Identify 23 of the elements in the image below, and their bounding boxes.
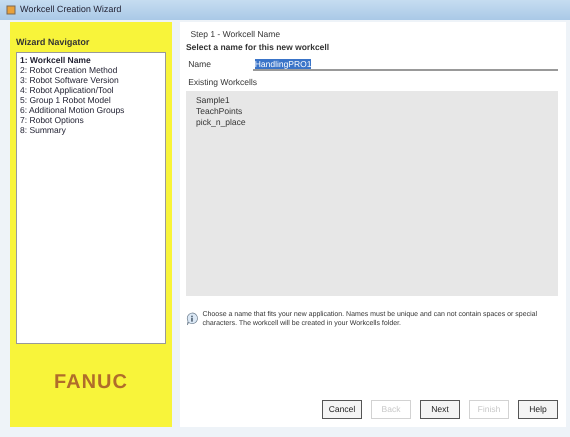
step-item[interactable]: 7: Robot Options bbox=[20, 114, 162, 124]
workcell-item[interactable]: TeachPoints bbox=[196, 106, 548, 116]
app-icon bbox=[6, 5, 16, 15]
step-item[interactable]: 8: Summary bbox=[20, 124, 162, 134]
window-title: Workcell Creation Wizard bbox=[20, 3, 122, 16]
wizard-button[interactable]: Cancel bbox=[322, 400, 362, 419]
step-item[interactable]: 5: Group 1 Robot Model bbox=[20, 94, 162, 104]
workcell-item[interactable]: pick_n_place bbox=[196, 116, 548, 128]
navigator-title: Wizard Navigator bbox=[16, 36, 90, 49]
fanuc-logo: FANUC bbox=[54, 370, 128, 396]
step-item[interactable]: 6: Additional Motion Groups bbox=[20, 104, 162, 114]
wizard-button[interactable]: Next bbox=[420, 400, 460, 419]
step-heading: Step 1 - Workcell Name bbox=[190, 28, 282, 41]
step-item[interactable]: 2: Robot Creation Method bbox=[20, 64, 162, 74]
step-item[interactable]: 3: Robot Software Version bbox=[20, 74, 162, 84]
step-item[interactable]: 4: Robot Application/Tool bbox=[20, 84, 162, 94]
prompt-text: Select a name for this new workcell bbox=[186, 40, 330, 54]
wizard-button[interactable]: Help bbox=[518, 400, 558, 419]
list-label: Existing Workcells bbox=[188, 76, 258, 88]
name-field[interactable]: HandlingPRO1 bbox=[252, 58, 558, 71]
name-label: Name bbox=[188, 58, 212, 71]
step-item[interactable]: 1: Workcell Name bbox=[20, 54, 162, 64]
workcell-item[interactable]: Sample1 bbox=[196, 94, 548, 106]
